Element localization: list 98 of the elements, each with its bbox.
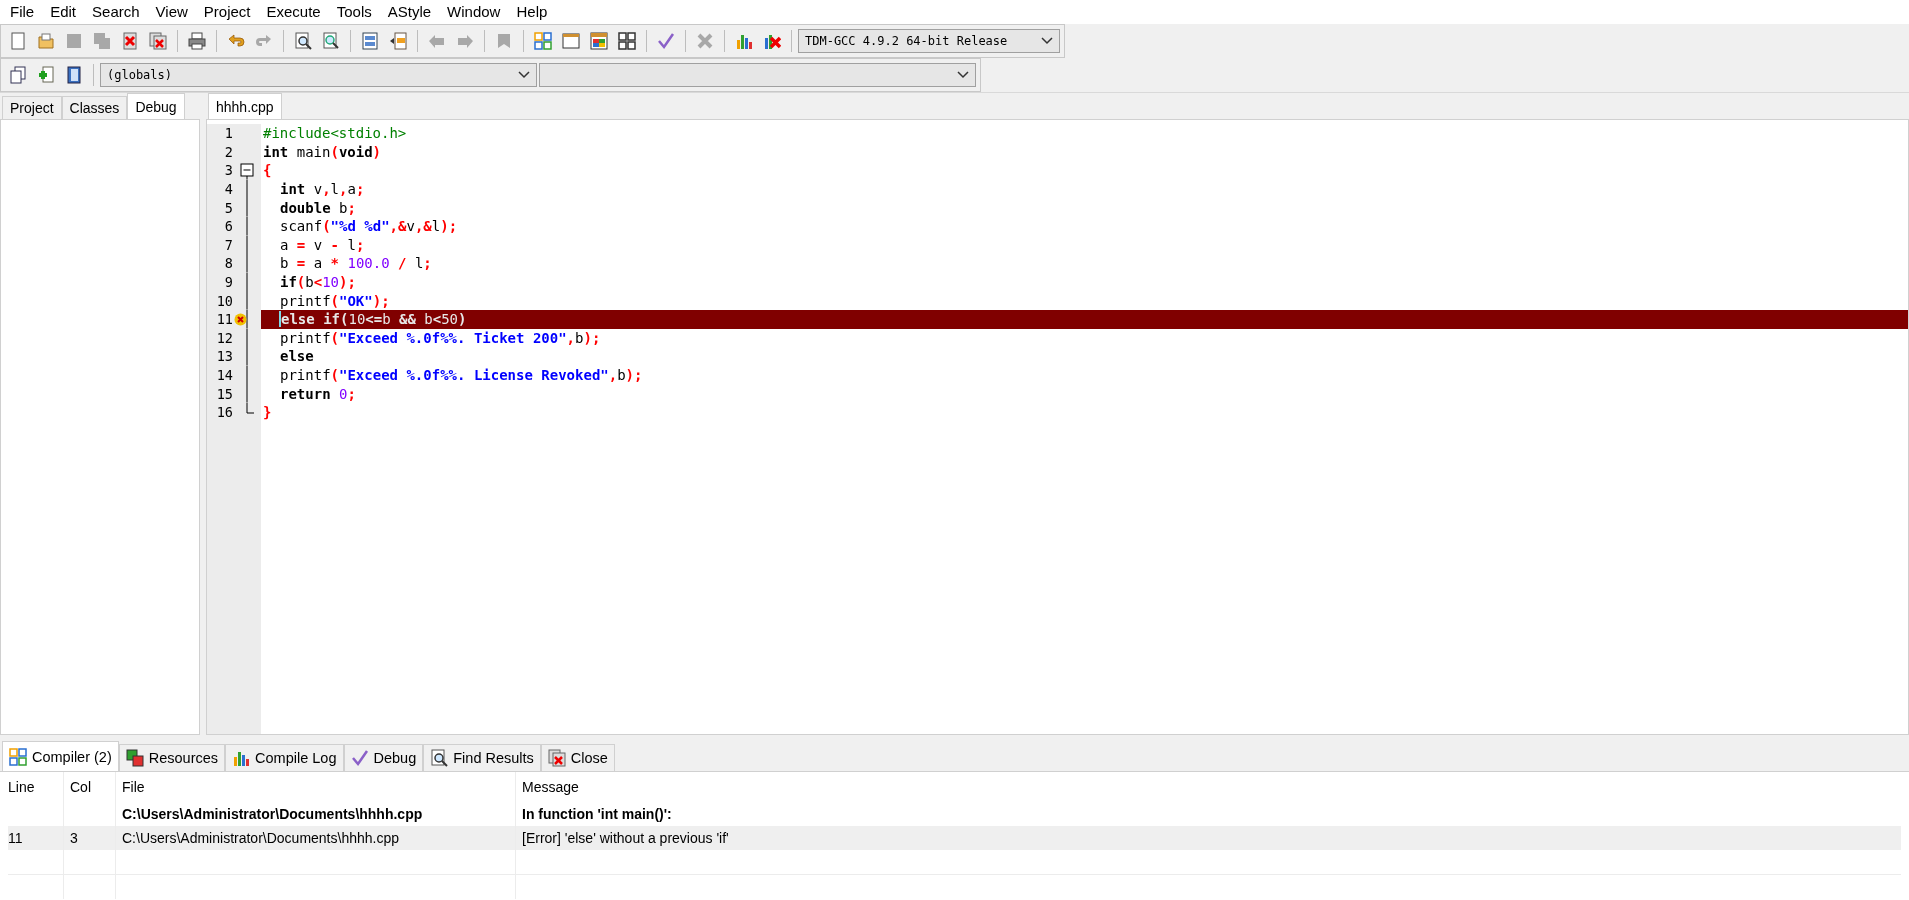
line-number: 8 — [223, 255, 233, 272]
close-file-icon — [121, 32, 139, 50]
code-line: if(b<10); — [279, 273, 356, 292]
line-number: 1 — [223, 125, 233, 142]
code-line: int main(void) — [263, 142, 382, 161]
panel-tab[interactable]: Classes — [61, 96, 128, 119]
line-number: 9 — [223, 274, 233, 291]
output-tab[interactable]: Close — [540, 744, 615, 771]
menu-item[interactable]: Execute — [258, 2, 329, 22]
line-number: 11 — [215, 311, 233, 328]
line-number: 12 — [215, 329, 233, 346]
checkmark-icon — [657, 32, 675, 50]
window-icon — [562, 32, 580, 50]
code-line: else if(10<=b && b<50) — [280, 310, 467, 329]
fold-toggle-icon[interactable] — [240, 161, 254, 180]
code-line: int v,l,a; — [279, 180, 365, 199]
menu-item[interactable]: AStyle — [379, 2, 440, 22]
code-line: double b; — [279, 198, 356, 217]
close-files-icon — [149, 32, 167, 50]
checkmark-icon — [350, 749, 369, 767]
line-number: 14 — [215, 367, 233, 383]
forward-icon — [456, 32, 474, 50]
menu-item[interactable]: File — [2, 2, 43, 22]
line-number: 2 — [223, 143, 233, 160]
menu-item[interactable]: View — [147, 2, 196, 22]
line-number: 10 — [215, 292, 233, 309]
search-icon — [430, 749, 449, 767]
blank-page-icon — [9, 32, 27, 50]
code-line: { — [263, 161, 272, 180]
code-line: else — [279, 347, 314, 366]
panel-tab[interactable]: Project — [2, 96, 62, 119]
grid-icon — [9, 747, 27, 766]
colored-window-icon — [590, 32, 608, 50]
menu-item[interactable]: Window — [439, 2, 509, 22]
column-header[interactable]: File — [122, 779, 145, 795]
menu-item[interactable]: Project — [195, 2, 259, 22]
output-tab[interactable]: Resources — [118, 744, 226, 771]
line-number: 4 — [223, 181, 233, 198]
line-number: 15 — [215, 385, 233, 402]
code-line: } — [263, 403, 272, 422]
grid-icon — [534, 32, 552, 50]
table-cell: In function 'int main()': — [522, 806, 672, 822]
add-page-icon — [37, 66, 55, 84]
line-number: 5 — [223, 199, 233, 216]
compiler-select[interactable]: TDM-GCC 4.9.2 64-bit Release — [798, 29, 1060, 53]
bookmark-icon — [495, 32, 513, 50]
indent-icon — [361, 32, 379, 50]
line-number: 3 — [223, 162, 233, 179]
code-line: printf("Exceed %.0f%%. Ticket 200",b); — [279, 328, 601, 347]
chart-cross-icon — [763, 32, 781, 50]
column-header[interactable]: Message — [522, 779, 579, 795]
output-tab[interactable]: Debug — [343, 744, 424, 771]
search-icon — [294, 32, 312, 50]
menu-item[interactable]: Search — [84, 2, 148, 22]
line-number: 7 — [223, 236, 233, 253]
stacked-squares-icon — [125, 749, 144, 767]
file-tab[interactable]: hhhh.cpp — [208, 93, 282, 119]
symbol-select[interactable] — [539, 63, 976, 87]
table-cell: C:\Users\Administrator\Documents\hhhh.cpp — [122, 830, 399, 846]
printer-icon — [188, 32, 206, 50]
code-line: a = v - l; — [279, 235, 365, 254]
folder-icon — [37, 32, 55, 50]
column-header[interactable]: Col — [70, 779, 91, 795]
replace-icon — [322, 32, 340, 50]
table-cell: 11 — [8, 830, 23, 846]
line-number: 13 — [215, 348, 233, 365]
table-cell: C:\Users\Administrator\Documents\hhhh.cpp — [122, 806, 423, 822]
close-files-icon — [547, 749, 566, 767]
book-icon — [65, 66, 83, 84]
menu-item[interactable]: Edit — [42, 2, 85, 22]
column-header[interactable]: Line — [8, 779, 35, 795]
bar-chart-icon — [232, 749, 251, 767]
code-line: printf("Exceed %.0f%%. License Revoked",b); — [279, 366, 643, 384]
output-tab[interactable]: Compile Log — [225, 744, 344, 771]
menu-item[interactable]: Help — [508, 2, 556, 22]
cross-icon — [696, 32, 714, 50]
bar-chart-icon — [735, 32, 753, 50]
line-number: 6 — [223, 218, 233, 235]
table-cell: 3 — [70, 830, 78, 846]
grid-icon — [618, 32, 636, 50]
code-line: scanf("%d %d",&v,&l); — [279, 217, 458, 236]
code-line: printf("OK"); — [279, 291, 390, 310]
code-editor[interactable] — [206, 119, 1909, 735]
pages-icon — [9, 66, 27, 84]
unindent-icon — [389, 32, 407, 50]
output-tab[interactable]: Compiler (2) — [2, 741, 119, 771]
output-tab[interactable]: Find Results — [423, 744, 541, 771]
disks-icon — [93, 32, 111, 50]
undo-arrow-icon — [227, 32, 245, 50]
panel-tab[interactable]: Debug — [127, 93, 185, 119]
code-line: b = a * 100.0 / l; — [279, 254, 432, 273]
message-row[interactable]: 11 3 C:\Users\Administrator\Documents\hhhh.cpp [Error] 'else' without a previous 'if' — [8, 826, 1901, 850]
menu-item[interactable]: Tools — [328, 2, 380, 22]
scope-select[interactable]: (globals) — [100, 63, 537, 87]
code-line: #include<stdio.h> — [263, 124, 407, 143]
line-number: 16 — [215, 404, 233, 421]
code-line: return 0; — [279, 384, 356, 403]
table-cell: [Error] 'else' without a previous 'if' — [522, 830, 729, 846]
